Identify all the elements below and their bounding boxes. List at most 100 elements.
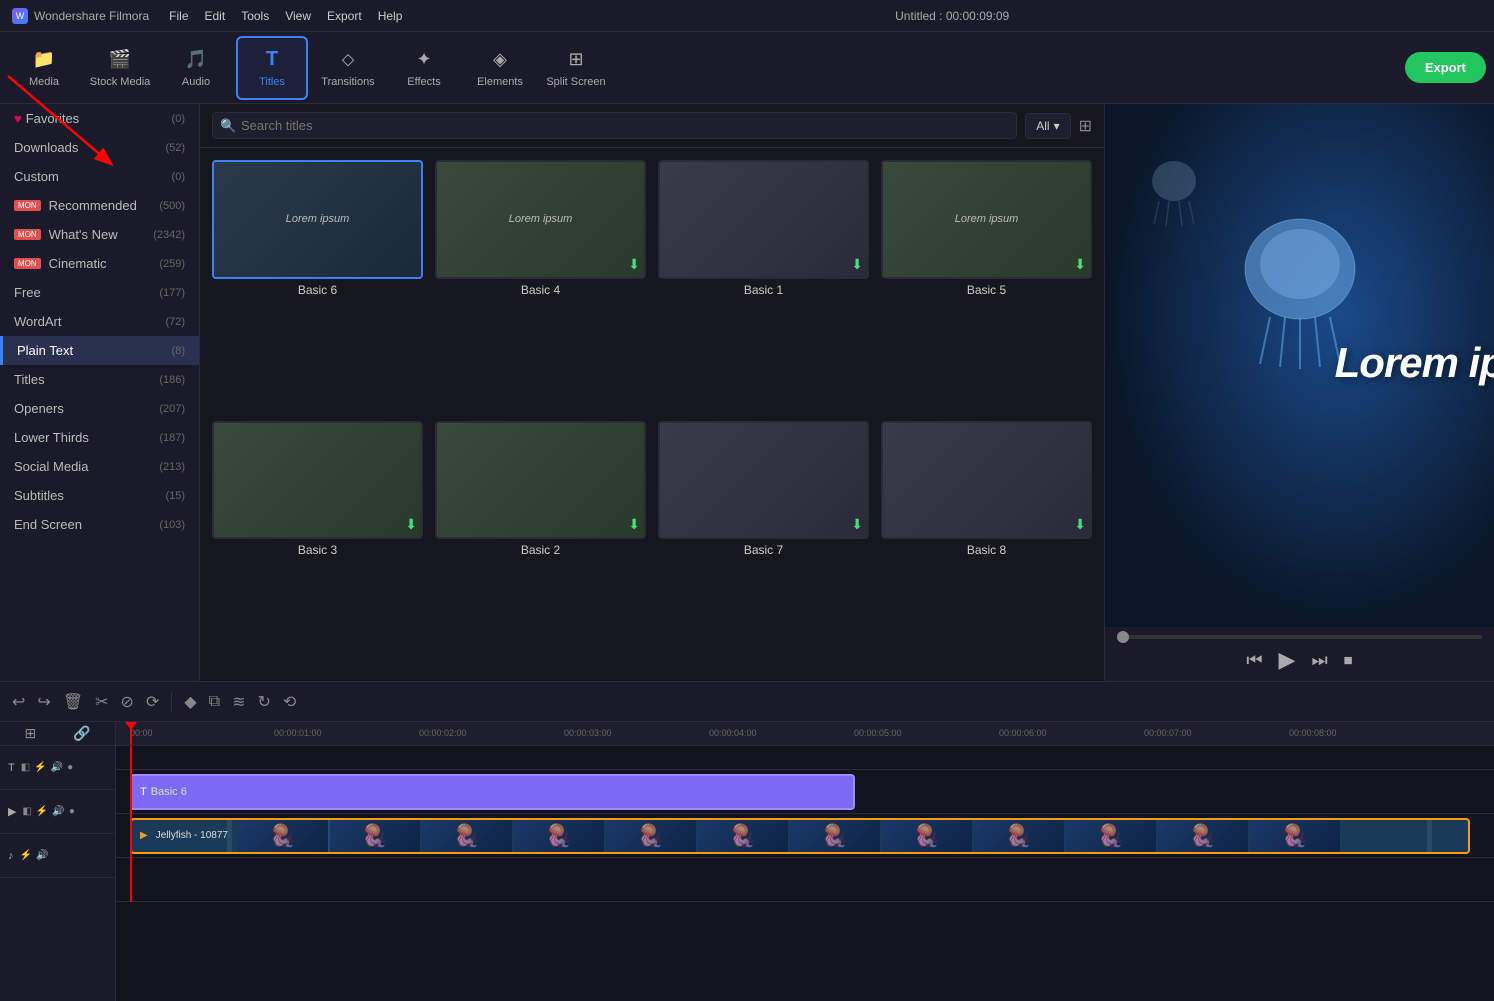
track-mute-btn[interactable]: 🔊 <box>51 762 63 773</box>
tile-basic7[interactable]: ⬇ Basic 7 <box>658 421 869 670</box>
tool-stock-media[interactable]: 🎬 Stock Media <box>84 36 156 100</box>
menu-view[interactable]: View <box>285 9 311 23</box>
sidebar-item-free[interactable]: Free (177) <box>0 278 199 307</box>
sidebar-lower-thirds-label: Lower Thirds <box>14 430 89 445</box>
sidebar-item-wordart[interactable]: WordArt (72) <box>0 307 199 336</box>
tile-basic2[interactable]: ⬇ Basic 2 <box>435 421 646 670</box>
menu-tools[interactable]: Tools <box>241 9 269 23</box>
adjust-button[interactable]: ⧉ <box>209 693 220 711</box>
ruler-marks: 00:00 00:00:01:00 00:00:02:00 00:00:03:0… <box>116 722 1494 745</box>
video-mute-btn[interactable]: 🔊 <box>52 806 64 817</box>
audio-mute-btn[interactable]: 🔊 <box>36 850 48 861</box>
step-forward-button[interactable]: ⏭ <box>1311 650 1327 671</box>
tile-basic3-thumb: ⬇ <box>212 421 423 540</box>
tool-elements[interactable]: ◈ Elements <box>464 36 536 100</box>
video-track-icon: ▶ <box>8 805 16 818</box>
ruler-mark-6: 00:00:06:00 <box>999 728 1047 738</box>
download-icon: ⬇ <box>851 516 863 533</box>
menu-export[interactable]: Export <box>327 9 362 23</box>
grid-view-toggle[interactable]: ⊞ <box>1079 116 1092 136</box>
audio-lock-btn[interactable]: ⚡ <box>20 850 32 861</box>
toolbar-separator <box>171 692 172 712</box>
delete-button[interactable]: 🗑 <box>63 692 83 712</box>
sidebar-openers-count: (207) <box>159 403 185 415</box>
loop-button[interactable]: ↻ <box>258 692 271 712</box>
video-record-btn[interactable]: ● <box>69 806 75 817</box>
tool-transitions[interactable]: ⬦ Transitions <box>312 36 384 100</box>
step-back-button[interactable]: ⏮ <box>1246 650 1262 671</box>
tool-media[interactable]: 📁 Media <box>8 36 80 100</box>
sidebar-item-titles[interactable]: Titles (186) <box>0 365 199 394</box>
playhead-triangle <box>125 722 137 730</box>
tool-titles[interactable]: T Titles <box>236 36 308 100</box>
ruler-mark-4: 00:00:04:00 <box>709 728 757 738</box>
sidebar-item-favorites[interactable]: ♥ Favorites (0) <box>0 104 199 133</box>
menu-file[interactable]: File <box>169 9 188 23</box>
menu-help[interactable]: Help <box>378 9 403 23</box>
track-record-btn[interactable]: ● <box>67 762 73 773</box>
jellyfish-small1 <box>1144 156 1204 226</box>
tile-basic6-preview-text: Lorem ipsum <box>282 209 354 229</box>
link-button[interactable]: 🔗 <box>73 725 90 742</box>
cut-button[interactable]: ✂ <box>95 692 108 712</box>
rotate-button[interactable]: ⟳ <box>146 692 159 712</box>
disable-button[interactable]: ⊘ <box>121 692 134 712</box>
undo-button[interactable]: ↩ <box>12 692 25 712</box>
tile-basic6[interactable]: Lorem ipsum Basic 6 <box>212 160 423 409</box>
tool-effects[interactable]: ✦ Effects <box>388 36 460 100</box>
menu-edit[interactable]: Edit <box>205 9 226 23</box>
video-visibility-btn[interactable]: ◧ <box>22 806 31 817</box>
video-lock-btn[interactable]: ⚡ <box>36 806 48 817</box>
tile-basic8-label: Basic 8 <box>881 543 1092 557</box>
sidebar-item-subtitles[interactable]: Subtitles (15) <box>0 481 199 510</box>
export-button[interactable]: Export <box>1405 52 1486 83</box>
sidebar-item-openers[interactable]: Openers (207) <box>0 394 199 423</box>
search-input[interactable] <box>212 112 1017 139</box>
timeline-playhead[interactable] <box>130 722 132 745</box>
progress-knob[interactable] <box>1117 631 1129 643</box>
sidebar-item-lower-thirds[interactable]: Lower Thirds (187) <box>0 423 199 452</box>
tool-audio[interactable]: 🎵 Audio <box>160 36 232 100</box>
sidebar-item-cinematic[interactable]: MON Cinematic (259) <box>0 249 199 278</box>
timeline-left-panel: ⊞ 🔗 T ◧ ⚡ 🔊 ● ▶ ◧ ⚡ 🔊 ● <box>0 722 116 1001</box>
progress-bar[interactable] <box>1117 635 1482 639</box>
tile-basic7-label: Basic 7 <box>658 543 869 557</box>
tile-basic5[interactable]: Lorem ipsum ⬇ Basic 5 <box>881 160 1092 409</box>
timeline-video-track: ▶ Jellyfish - 10877 <box>116 814 1494 858</box>
sidebar-item-social-media[interactable]: Social Media (213) <box>0 452 199 481</box>
play-button[interactable]: ▶ <box>1279 647 1296 673</box>
add-track-button[interactable]: ⊞ <box>24 725 36 742</box>
return-button[interactable]: ⟲ <box>283 692 296 712</box>
tile-basic4[interactable]: Lorem ipsum ⬇ Basic 4 <box>435 160 646 409</box>
preview-area: Lorem ip ⏮ ▶ ⏭ ⏹ <box>1104 104 1494 681</box>
audio-wave-button[interactable]: ≋ <box>232 692 245 712</box>
app-logo: W Wondershare Filmora <box>12 8 149 24</box>
redo-button[interactable]: ↪ <box>37 692 50 712</box>
clip-basic6[interactable]: T Basic 6 <box>130 774 855 810</box>
tile-basic3[interactable]: ⬇ Basic 3 <box>212 421 423 670</box>
filter-dropdown[interactable]: All ▾ <box>1025 113 1070 139</box>
playhead-audio <box>130 858 132 902</box>
tool-split-screen[interactable]: ⊞ Split Screen <box>540 36 612 100</box>
clip-jellyfish[interactable]: ▶ Jellyfish - 10877 <box>130 818 1470 854</box>
sidebar-item-whats-new[interactable]: MON What's New (2342) <box>0 220 199 249</box>
sidebar-item-custom[interactable]: Custom (0) <box>0 162 199 191</box>
tile-basic1[interactable]: ⬇ Basic 1 <box>658 160 869 409</box>
sidebar-item-recommended[interactable]: MON Recommended (500) <box>0 191 199 220</box>
sidebar-item-end-screen[interactable]: End Screen (103) <box>0 510 199 539</box>
snap-button[interactable]: ◆ <box>184 692 196 712</box>
tool-audio-label: Audio <box>182 76 210 88</box>
tile-basic8[interactable]: ⬇ Basic 8 <box>881 421 1092 670</box>
track-visibility-btn[interactable]: ◧ <box>21 762 30 773</box>
tool-split-screen-label: Split Screen <box>546 76 605 88</box>
ruler-mark-7: 00:00:07:00 <box>1144 728 1192 738</box>
ruler-mark-5: 00:00:05:00 <box>854 728 902 738</box>
sidebar-item-downloads[interactable]: Downloads (52) <box>0 133 199 162</box>
recommended-badge: MON <box>14 200 41 211</box>
track-lock-btn[interactable]: ⚡ <box>34 762 46 773</box>
sidebar-item-plain-text[interactable]: Plain Text (8) <box>0 336 199 365</box>
tile-basic4-label: Basic 4 <box>435 283 646 297</box>
stop-button[interactable]: ⏹ <box>1344 650 1353 671</box>
sidebar-lower-thirds-count: (187) <box>159 432 185 444</box>
tile-basic3-label: Basic 3 <box>212 543 423 557</box>
